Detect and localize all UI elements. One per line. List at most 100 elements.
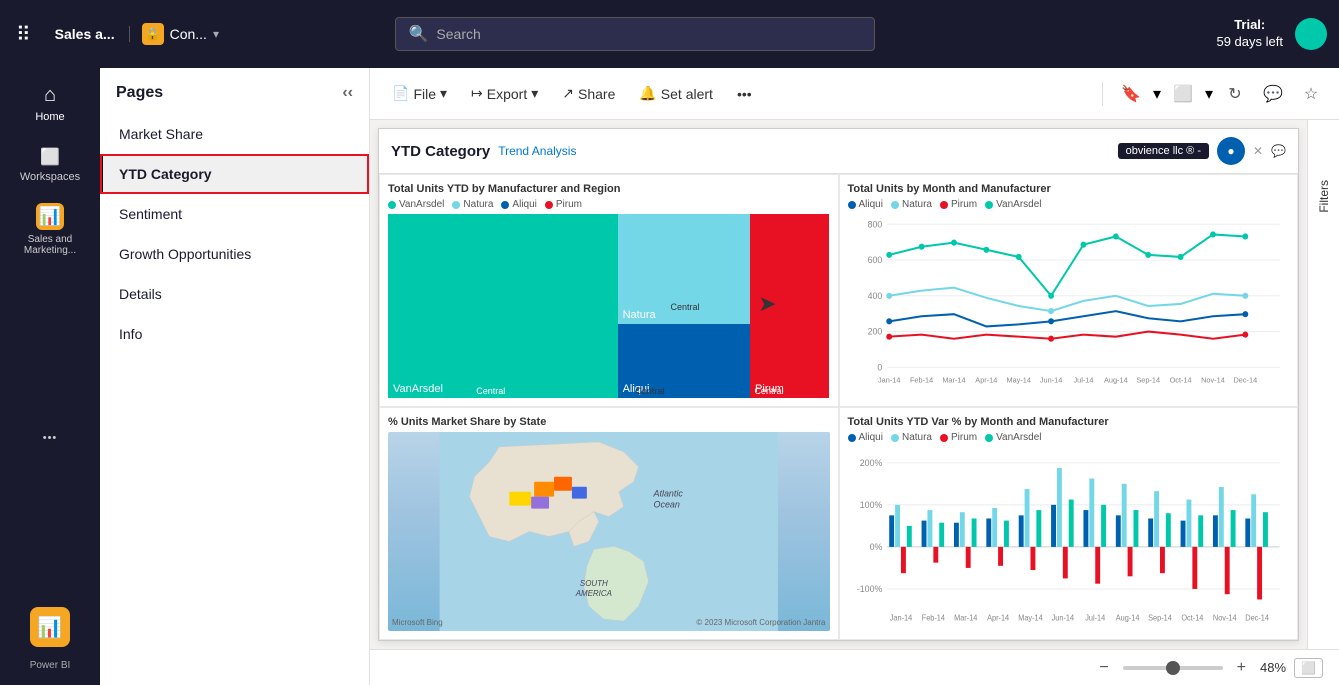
svg-text:100%: 100%	[859, 500, 882, 510]
report-body: Total Units YTD by Manufacturer and Regi…	[379, 174, 1298, 640]
bookmark-button[interactable]: 🔖	[1115, 78, 1147, 110]
svg-text:Jun-14: Jun-14	[1039, 376, 1061, 385]
sidebar-item-sales[interactable]: 📊 Sales and Marketing...	[0, 195, 100, 264]
report-toolbar: 📄 File ▾ ↦ Export ▾ ↗ Share 🔔 Set alert …	[370, 68, 1339, 120]
zoom-minus-button[interactable]: −	[1093, 657, 1114, 679]
sidebar-item-home[interactable]: ⌂ Home	[0, 76, 100, 131]
bookmark-chevron-icon[interactable]: ▾	[1153, 84, 1161, 104]
map-title: % Units Market Share by State	[388, 416, 830, 428]
svg-text:AMERICA: AMERICA	[575, 589, 612, 598]
sidebar-sales-label: Sales and Marketing...	[4, 234, 96, 256]
report-canvas: YTD Category Trend Analysis obvience llc…	[370, 120, 1339, 649]
svg-text:Jan-14: Jan-14	[877, 376, 899, 385]
toolbar-separator	[1102, 82, 1103, 106]
treemap-panel: Total Units YTD by Manufacturer and Regi…	[379, 174, 839, 407]
export-button[interactable]: ↦ Export ▾	[461, 79, 548, 108]
report-header-right: obvience llc ® - ● ✕ 💬	[1118, 137, 1286, 165]
treemap-label-central-2: Central	[635, 386, 664, 396]
zoom-level-label: 48%	[1260, 660, 1286, 675]
filters-label[interactable]: Filters	[1317, 180, 1331, 213]
barchart-title: Total Units YTD Var % by Month and Manuf…	[848, 416, 1290, 428]
linechart-panel: Total Units by Month and Manufacturer Al…	[839, 174, 1299, 407]
app-title: Sales a...	[47, 26, 130, 42]
legend-pirum-line: Pirum	[940, 199, 977, 210]
page-item-market-share[interactable]: Market Share	[100, 114, 369, 154]
sidebar-item-workspaces[interactable]: ⬜ Workspaces	[0, 139, 100, 191]
page-item-growth-opportunities[interactable]: Growth Opportunities	[100, 234, 369, 274]
svg-text:800: 800	[867, 219, 882, 229]
svg-text:Oct-14: Oct-14	[1181, 613, 1204, 622]
filters-panel: Filters	[1307, 120, 1339, 649]
trial-badge: Trial: 59 days left	[1216, 17, 1283, 51]
bottom-bar: − + 48% ⬜	[370, 649, 1339, 685]
sidebar-item-more[interactable]: •••	[0, 424, 100, 452]
svg-text:May-14: May-14	[1006, 376, 1030, 385]
zoom-fit-button[interactable]: ⬜	[1294, 658, 1323, 678]
svg-text:600: 600	[867, 255, 882, 265]
svg-text:Sep-14: Sep-14	[1136, 376, 1160, 385]
pages-collapse-button[interactable]: ‹‹	[342, 84, 353, 102]
svg-text:Jun-14: Jun-14	[1051, 613, 1074, 622]
fullscreen-button[interactable]: ⬜	[1167, 78, 1199, 110]
workspace-name: Con...	[170, 26, 207, 42]
workspace-chevron-icon: ▾	[213, 27, 219, 41]
linechart-chart: 800 600 400 200 0	[848, 214, 1290, 398]
svg-text:Atlantic: Atlantic	[653, 489, 684, 499]
page-item-ytd-category[interactable]: YTD Category	[100, 154, 369, 194]
apps-grid-icon[interactable]: ⠿	[12, 18, 35, 51]
map-chart: Atlantic Ocean SOUTH AMERICA Microsoft B…	[388, 432, 830, 631]
legend-pirum-bar: Pirum	[940, 432, 977, 443]
legend-aliqui-line: Aliqui	[848, 199, 883, 210]
map-bing-credit: Microsoft Bing	[392, 618, 443, 627]
svg-text:Oct-14: Oct-14	[1169, 376, 1191, 385]
search-icon: 🔍	[408, 24, 428, 44]
zoom-slider[interactable]	[1123, 666, 1223, 670]
svg-text:Jul-14: Jul-14	[1073, 376, 1093, 385]
treemap-label-central-3: Central	[754, 386, 783, 396]
comment-button[interactable]: 💬	[1257, 78, 1289, 110]
obvience-badge: obvience llc ® -	[1118, 143, 1209, 159]
fullscreen-chevron-icon[interactable]: ▾	[1205, 84, 1213, 104]
pages-title: Pages	[116, 84, 163, 102]
svg-text:200: 200	[867, 326, 882, 336]
page-item-details[interactable]: Details	[100, 274, 369, 314]
user-avatar[interactable]	[1295, 18, 1327, 50]
sidebar-home-label: Home	[35, 111, 64, 123]
zoom-slider-thumb	[1166, 661, 1180, 675]
search-input[interactable]	[436, 26, 862, 42]
legend-natura: Natura	[452, 199, 493, 210]
share-icon: ↗	[562, 85, 574, 102]
favorite-button[interactable]: ☆	[1295, 78, 1327, 110]
pages-panel: Pages ‹‹ Market Share YTD Category Senti…	[100, 68, 370, 685]
set-alert-button[interactable]: 🔔 Set alert	[629, 79, 723, 108]
treemap-legend: VanArsdel Natura Aliqui	[388, 199, 830, 210]
report-page-header: YTD Category Trend Analysis obvience llc…	[379, 129, 1298, 174]
svg-text:0%: 0%	[869, 542, 882, 552]
svg-text:Aug-14: Aug-14	[1104, 376, 1128, 385]
search-bar[interactable]: 🔍	[395, 17, 875, 51]
toolbar-right: 🔖 ▾ ⬜ ▾ ↻ 💬 ☆	[1096, 78, 1327, 110]
comment-report-icon[interactable]: 💬	[1271, 144, 1286, 158]
sales-icon: 📊	[36, 203, 64, 230]
share-button[interactable]: ↗ Share	[552, 79, 625, 108]
svg-text:Nov-14: Nov-14	[1212, 613, 1236, 622]
svg-text:200%: 200%	[859, 458, 882, 468]
svg-text:Jul-14: Jul-14	[1085, 613, 1106, 622]
page-item-info[interactable]: Info	[100, 314, 369, 354]
svg-text:Sep-14: Sep-14	[1148, 613, 1172, 622]
page-item-sentiment[interactable]: Sentiment	[100, 194, 369, 234]
svg-text:Ocean: Ocean	[654, 500, 680, 510]
treemap-chart: VanArsdel Natura Central Aliqui	[388, 214, 830, 398]
export-chevron-icon: ▾	[531, 85, 538, 102]
legend-aliqui: Aliqui	[501, 199, 536, 210]
zoom-plus-button[interactable]: +	[1231, 657, 1252, 679]
refresh-button[interactable]: ↻	[1219, 78, 1251, 110]
svg-text:Dec-14: Dec-14	[1245, 613, 1269, 622]
workspace-selector[interactable]: 🔒 Con... ▾	[142, 23, 219, 45]
more-options-button[interactable]: •••	[727, 80, 762, 108]
treemap-central-label: Central	[671, 302, 700, 312]
map-panel: % Units Market Share by State	[379, 407, 839, 640]
close-panel-icon[interactable]: ✕	[1253, 144, 1263, 158]
file-button[interactable]: 📄 File ▾	[382, 79, 457, 108]
legend-vanarsdel-bar: VanArsdel	[985, 432, 1041, 443]
